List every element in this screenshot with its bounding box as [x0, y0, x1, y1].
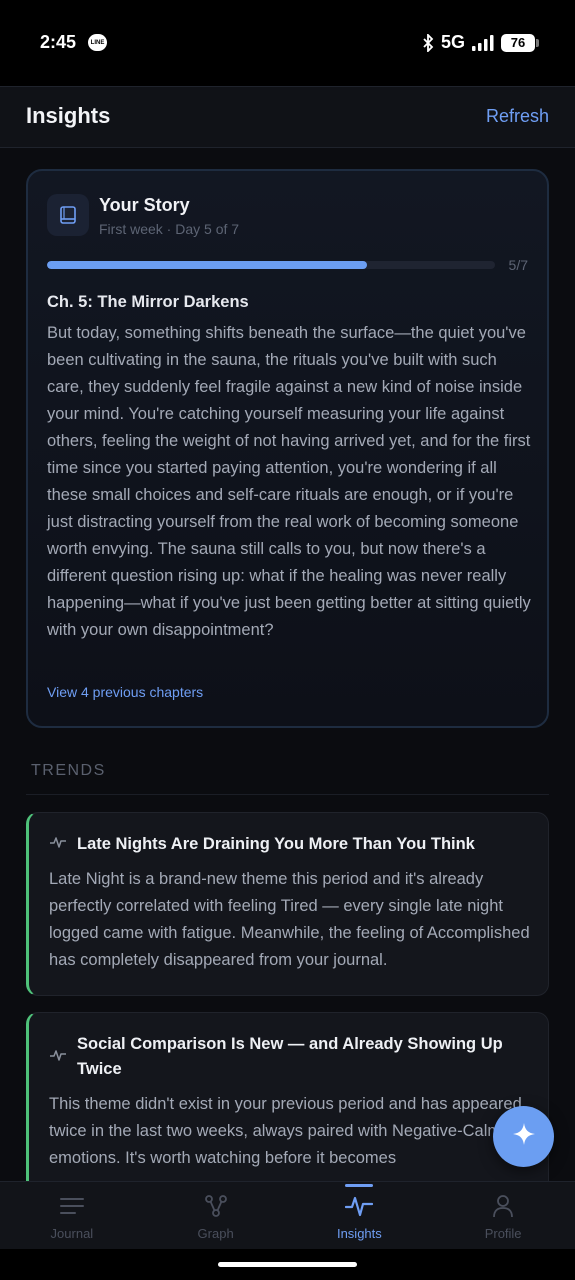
trend-body: This theme didn't exist in your previous…: [49, 1095, 522, 1167]
refresh-button[interactable]: Refresh: [486, 106, 549, 127]
chapter-text: But today, something shifts beneath the …: [47, 324, 531, 639]
story-progress-bar: [47, 261, 495, 269]
nav-label: Insights: [336, 1226, 382, 1241]
network-type: 5G: [440, 32, 465, 52]
nav-item-graph[interactable]: Graph: [144, 1182, 288, 1249]
signal-icon: [472, 34, 494, 51]
trend-title: Social Comparison Is New — and Already S…: [77, 1035, 503, 1078]
trend-card[interactable]: Social Comparison Is New — and Already S…: [26, 1012, 549, 1182]
nav-item-insights[interactable]: Insights: [288, 1182, 432, 1249]
profile-icon: [492, 1193, 514, 1219]
status-bar: 2:45 LINE 5G 76: [0, 0, 575, 86]
status-time: 2:45: [40, 32, 77, 52]
previous-chapters-link[interactable]: View 4 previous chapters: [47, 684, 203, 700]
insights-content[interactable]: Your Story First week · Day 5 of 7 5/7 C…: [0, 148, 575, 1182]
graph-icon: [204, 1193, 228, 1219]
page-title: Insights: [26, 103, 111, 128]
battery-icon: 76: [501, 33, 539, 52]
divider: [26, 794, 549, 795]
nav-item-journal[interactable]: Journal: [0, 1182, 144, 1249]
sparkle-fab-button[interactable]: [493, 1106, 554, 1167]
story-progress-fill: [47, 261, 367, 269]
line-notification-icon: LINE: [88, 34, 107, 51]
bottom-nav: Journal Graph Insights Profile: [0, 1181, 575, 1249]
bluetooth-icon: [422, 33, 434, 52]
active-tab-indicator: [345, 1184, 374, 1187]
trend-body: Late Night is a brand-new theme this per…: [49, 870, 530, 969]
trends-section-header: TRENDS: [31, 762, 106, 779]
story-card: Your Story First week · Day 5 of 7 5/7 C…: [26, 169, 549, 728]
nav-label: Graph: [197, 1226, 234, 1241]
nav-label: Profile: [484, 1226, 522, 1241]
chapter-title: Ch. 5: The Mirror Darkens: [47, 293, 249, 311]
insights-icon: [345, 1193, 374, 1219]
story-progress-label: 5/7: [508, 257, 528, 273]
trend-card[interactable]: Late Nights Are Draining You More Than Y…: [26, 812, 549, 996]
story-title: Your Story: [99, 195, 190, 215]
app-header: Insights Refresh: [0, 86, 575, 148]
story-subtitle: First week · Day 5 of 7: [99, 221, 240, 237]
journal-icon: [59, 1193, 84, 1219]
sparkle-icon: [511, 1121, 537, 1152]
trend-title: Late Nights Are Draining You More Than Y…: [77, 835, 475, 853]
status-indicators: 5G 76: [422, 32, 539, 53]
gesture-area: [0, 1249, 575, 1280]
pulse-icon: [49, 1048, 67, 1067]
pulse-icon: [49, 835, 67, 854]
nav-item-profile[interactable]: Profile: [431, 1182, 575, 1249]
book-icon: [47, 194, 89, 236]
home-indicator[interactable]: [218, 1262, 357, 1267]
nav-label: Journal: [50, 1226, 94, 1241]
